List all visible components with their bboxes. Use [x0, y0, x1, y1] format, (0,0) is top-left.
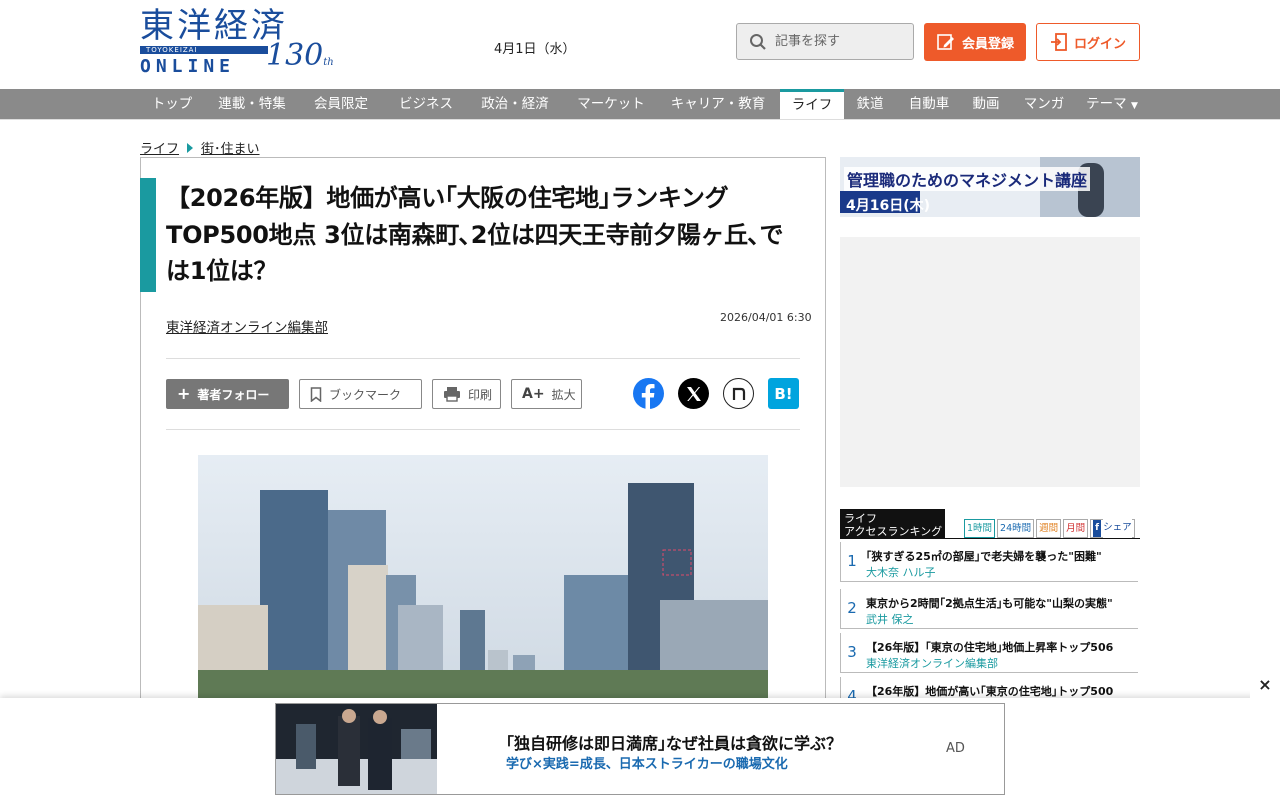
x-icon: [686, 386, 701, 401]
hatena-bookmark-button[interactable]: B!: [768, 378, 799, 409]
banner-date: 4月16日(木): [846, 198, 931, 214]
search-input[interactable]: [775, 34, 895, 49]
search-box[interactable]: [736, 23, 914, 60]
rank-title: ｢狭すぎる25㎡の部屋｣で老夫婦を襲った"困難": [866, 550, 1102, 563]
rank-author: 東洋経済オンライン編集部: [866, 657, 998, 670]
rank-title: 【26年版】｢東京の住宅地｣地価上昇率トップ506: [866, 641, 1114, 654]
facebook-share-button[interactable]: [633, 378, 664, 409]
rank-number: 2: [847, 599, 857, 617]
rank-title: 【26年版】地価が高い｢東京の住宅地｣トップ500: [866, 685, 1114, 698]
nav-members[interactable]: 会員限定: [303, 89, 379, 119]
login-icon: [1050, 33, 1067, 51]
print-button[interactable]: 印刷: [432, 379, 501, 409]
logo-sub: TOYOKEIZAI: [140, 46, 268, 54]
breadcrumb-life[interactable]: ライフ: [140, 138, 179, 157]
banner-title: 管理職のためのマネジメント講座: [844, 167, 1091, 191]
breadcrumb-housing[interactable]: 街･住まい: [201, 138, 260, 157]
ranking-heading: ライフ アクセスランキング: [840, 509, 945, 539]
logo-anniversary: 130th: [266, 38, 334, 73]
tab-1hour[interactable]: 1時間: [964, 519, 996, 538]
article-author[interactable]: 東洋経済オンライン編集部: [166, 316, 328, 336]
follow-author-button[interactable]: + 著者フォロー: [166, 379, 289, 409]
site-logo[interactable]: 東洋経済 TOYOKEIZAI ONLINE 130th: [140, 8, 335, 80]
bookmark-icon: [310, 386, 322, 402]
nav-career[interactable]: キャリア・教育: [662, 89, 774, 119]
divider: [166, 358, 800, 359]
article-date: 2026/04/01 6:30: [720, 311, 812, 324]
breadcrumb-arrow-icon: [187, 142, 194, 153]
nav-life[interactable]: ライフ: [780, 89, 844, 120]
login-label: ログイン: [1073, 36, 1126, 52]
chevron-down-icon: ▼: [1130, 101, 1138, 111]
divider: [166, 429, 800, 430]
nav-series[interactable]: 連載・特集: [208, 89, 296, 119]
tab-weekly[interactable]: 週間: [1036, 519, 1062, 538]
seminar-banner[interactable]: 管理職のためのマネジメント講座 4月16日(木): [840, 157, 1140, 217]
nav-manga[interactable]: マンガ: [1016, 89, 1072, 119]
tab-monthly[interactable]: 月間: [1063, 519, 1089, 538]
nav-railway[interactable]: 鉄道: [848, 89, 892, 119]
ad-image: [276, 704, 437, 794]
note-icon: [732, 387, 745, 400]
bookmark-button[interactable]: ブックマーク: [299, 379, 422, 409]
note-share-button[interactable]: [723, 378, 754, 409]
breadcrumb: ライフ 街･住まい: [140, 138, 260, 157]
nav-video[interactable]: 動画: [964, 89, 1008, 119]
login-button[interactable]: ログイン: [1036, 23, 1140, 61]
ranking-item[interactable]: 2 東京から2時間｢2拠点生活｣も可能な"山梨の実態" 武井 保之: [840, 589, 1138, 629]
tab-24hour[interactable]: 24時間: [997, 519, 1035, 538]
search-icon: [750, 33, 766, 50]
article-title: 【2026年版】地価が高い｢大阪の住宅地｣ランキングTOP500地点 3位は南森…: [166, 184, 784, 285]
logo-online: ONLINE: [140, 56, 236, 77]
rank-number: 3: [847, 643, 857, 661]
ad-headline: ｢独自研修は即日満席｣なぜ社員は貪欲に学ぶ？: [506, 734, 843, 753]
ranking-title: アクセスランキング: [844, 525, 943, 538]
bookmark-label: ブックマーク: [329, 387, 402, 402]
rank-author: 大木奈 ハル子: [866, 566, 936, 579]
zoom-label: 拡大: [551, 387, 576, 402]
nav-divider: [0, 119, 1280, 120]
pencil-icon: [937, 34, 954, 50]
bottom-ad[interactable]: ｢独自研修は即日満席｣なぜ社員は貪欲に学ぶ？ 学び×実践=成長、日本ストライカー…: [275, 703, 1005, 795]
x-share-button[interactable]: [678, 378, 709, 409]
ad-subline: 学び×実践=成長、日本ストライカーの職場文化: [506, 757, 788, 772]
ranking-divider: [840, 538, 1140, 539]
font-size-icon: A+: [522, 386, 545, 402]
nav-politics[interactable]: 政治・経済: [470, 89, 560, 119]
follow-label: 著者フォロー: [197, 387, 270, 402]
printer-icon: [444, 387, 460, 402]
ranking-tabs: 1時間 24時間 週間 月間 f シェア: [945, 519, 1140, 539]
title-accent-bar: [140, 178, 156, 292]
nav-theme[interactable]: テーマ ▼: [1080, 89, 1144, 119]
register-label: 会員登録: [961, 36, 1014, 52]
ranking-category: ライフ: [844, 512, 877, 525]
sidebar-ad-slot: [840, 237, 1140, 487]
nav-business[interactable]: ビジネス: [388, 89, 464, 119]
plus-icon: +: [177, 384, 191, 403]
facebook-icon: [641, 384, 655, 409]
article-main-image: [198, 455, 768, 700]
nav-top[interactable]: トップ: [141, 89, 203, 119]
rank-author: 武井 保之: [866, 613, 914, 626]
nav-auto[interactable]: 自動車: [900, 89, 958, 119]
global-nav: トップ 連載・特集 会員限定 ビジネス 政治・経済 マーケット キャリア・教育 …: [0, 89, 1280, 120]
facebook-icon: f: [1093, 520, 1102, 537]
close-icon[interactable]: ×: [1250, 669, 1280, 699]
header-date: 4月1日（水）: [494, 42, 576, 57]
ranking-item[interactable]: 1 ｢狭すぎる25㎡の部屋｣で老夫婦を襲った"困難" 大木奈 ハル子: [840, 542, 1138, 582]
print-label: 印刷: [468, 387, 493, 402]
register-button[interactable]: 会員登録: [924, 23, 1026, 61]
rank-number: 1: [847, 552, 857, 570]
ad-label: AD: [946, 741, 965, 756]
rank-title: 東京から2時間｢2拠点生活｣も可能な"山梨の実態": [866, 597, 1113, 610]
tab-share[interactable]: f シェア: [1090, 519, 1135, 538]
zoom-button[interactable]: A+ 拡大: [511, 379, 582, 409]
nav-market[interactable]: マーケット: [567, 89, 655, 119]
hatena-icon: B!: [774, 384, 793, 403]
ranking-item[interactable]: 3 【26年版】｢東京の住宅地｣地価上昇率トップ506 東洋経済オンライン編集部: [840, 633, 1138, 673]
